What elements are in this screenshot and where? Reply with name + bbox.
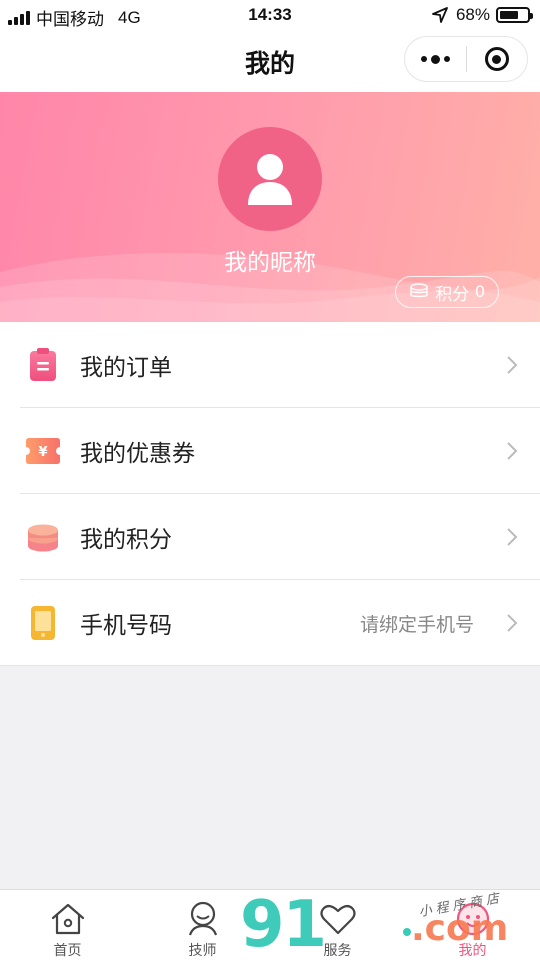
close-button[interactable] xyxy=(466,36,527,82)
menu-list: 我的订单 ¥ 我的优惠券 我的积分 手机号码 请绑定手机号 xyxy=(0,322,540,666)
location-arrow-icon xyxy=(432,7,448,23)
profile-icon xyxy=(454,900,492,938)
target-circle-icon xyxy=(484,47,509,71)
status-bar: 中国移动 4G 14:33 68% xyxy=(0,0,540,30)
home-icon xyxy=(49,900,87,938)
clipboard-icon xyxy=(26,348,60,382)
heart-icon xyxy=(319,900,357,938)
bind-phone-hint: 请绑定手机号 xyxy=(359,614,474,636)
coin-stack-icon xyxy=(26,520,60,554)
menu-item-phone[interactable]: 手机号码 请绑定手机号 xyxy=(0,580,540,666)
battery-percent: 68% xyxy=(455,5,490,24)
battery-icon xyxy=(496,7,533,23)
tab-technician[interactable]: 技师 xyxy=(135,890,270,960)
tab-service[interactable]: 服务 xyxy=(270,890,405,960)
menu-item-label: 我的订单 xyxy=(80,354,172,380)
mini-program-capsule xyxy=(404,36,528,82)
points-value: 0 xyxy=(475,282,485,301)
nickname[interactable]: 我的昵称 xyxy=(0,243,540,277)
points-badge[interactable]: 积分 0 xyxy=(395,276,499,308)
tab-label: 技师 xyxy=(188,942,217,958)
chevron-right-icon xyxy=(507,528,518,546)
menu-item-points[interactable]: 我的积分 xyxy=(0,494,540,580)
chevron-right-icon xyxy=(507,614,518,632)
points-label: 积分 xyxy=(435,284,470,304)
phone-icon xyxy=(26,606,60,640)
battery-level xyxy=(500,11,518,19)
nav-bar: 我的 xyxy=(0,30,540,92)
tab-profile[interactable]: 我的 xyxy=(405,890,540,960)
menu-item-orders[interactable]: 我的订单 xyxy=(0,322,540,408)
menu-item-label: 手机号码 xyxy=(80,612,172,638)
more-button[interactable] xyxy=(405,36,466,82)
menu-item-label: 我的优惠券 xyxy=(80,440,195,466)
svg-text:¥: ¥ xyxy=(38,445,47,460)
tab-label: 首页 xyxy=(53,942,82,958)
tab-home[interactable]: 首页 xyxy=(0,890,135,960)
tab-bar: 首页 技师 服务 我的 xyxy=(0,889,540,960)
menu-item-label: 我的积分 xyxy=(80,526,172,552)
coin-stack-icon xyxy=(410,283,428,298)
chevron-right-icon xyxy=(507,356,518,374)
tab-label: 服务 xyxy=(323,942,352,958)
profile-banner: 我的昵称 积分 0 xyxy=(0,92,540,322)
tab-label: 我的 xyxy=(458,942,487,958)
chevron-right-icon xyxy=(507,442,518,460)
user-avatar-icon xyxy=(248,154,292,205)
coupon-icon: ¥ xyxy=(26,434,60,468)
status-right: 68% xyxy=(432,5,533,25)
avatar[interactable] xyxy=(218,127,322,231)
technician-icon xyxy=(184,900,222,938)
menu-item-coupons[interactable]: ¥ 我的优惠券 xyxy=(0,408,540,494)
more-dots-icon xyxy=(420,54,450,64)
